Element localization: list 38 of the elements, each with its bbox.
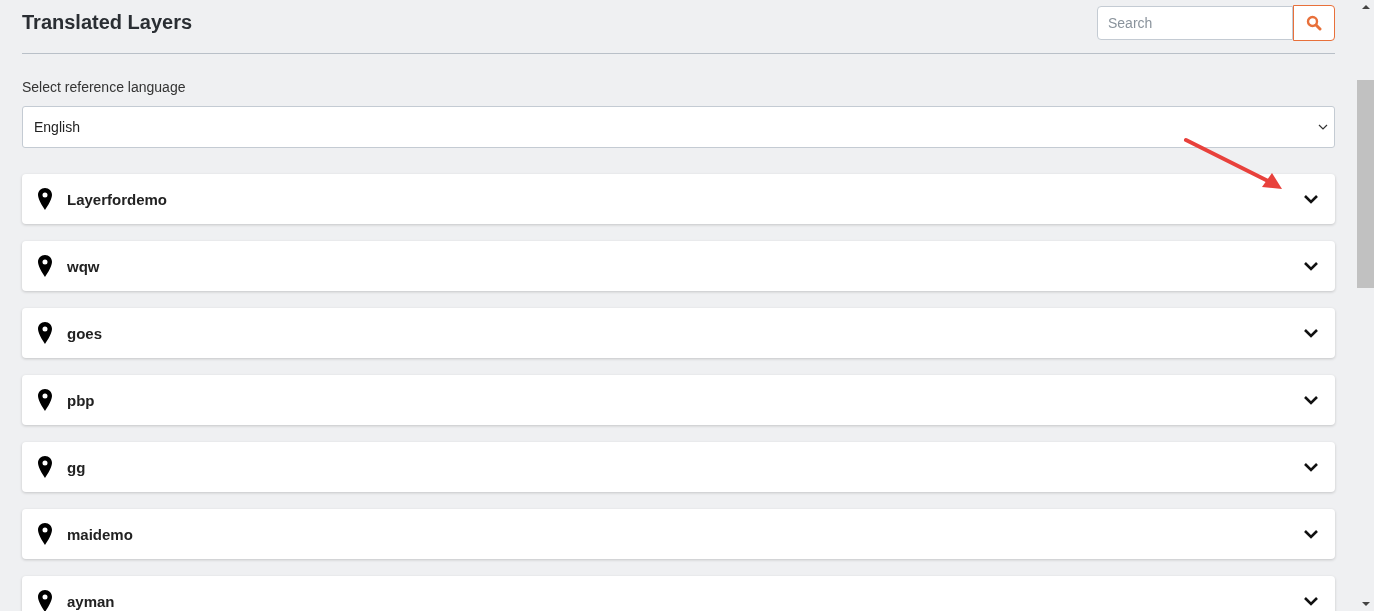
chevron-down-icon[interactable] xyxy=(1303,596,1319,606)
map-pin-icon xyxy=(38,456,52,478)
page-title: Translated Layers xyxy=(22,10,193,34)
scroll-up-icon[interactable] xyxy=(1361,4,1370,10)
map-pin-icon xyxy=(38,322,52,344)
chevron-down-icon[interactable] xyxy=(1303,261,1319,271)
field-label: Select reference language xyxy=(22,79,187,95)
chevron-down-icon[interactable] xyxy=(1303,462,1319,472)
layer-name: wqw xyxy=(67,257,101,275)
layer-accordion-item[interactable]: wqw xyxy=(22,241,1335,291)
layer-name: pbp xyxy=(67,391,96,409)
scroll-down-icon[interactable] xyxy=(1361,601,1370,607)
layer-accordion-item[interactable]: maidemo xyxy=(22,509,1335,559)
language-dropdown[interactable]: English xyxy=(22,106,1335,148)
chevron-down-icon[interactable] xyxy=(1303,328,1319,338)
layer-name: maidemo xyxy=(67,525,134,543)
search-button[interactable] xyxy=(1293,4,1335,41)
layer-name: goes xyxy=(67,324,103,342)
chevron-down-icon[interactable] xyxy=(1303,194,1319,204)
scrollbar-thumb[interactable] xyxy=(1357,80,1374,288)
layer-accordion-item[interactable]: Layerfordemo xyxy=(22,174,1335,224)
chevron-down-icon[interactable] xyxy=(1303,395,1319,405)
search-field[interactable]: Search xyxy=(1097,5,1293,40)
layer-name: gg xyxy=(67,458,87,476)
layer-accordion-item[interactable]: goes xyxy=(22,308,1335,358)
layer-accordion-item[interactable]: gg xyxy=(22,442,1335,492)
search-icon xyxy=(1306,14,1322,31)
chevron-down-icon xyxy=(1318,124,1328,130)
map-pin-icon xyxy=(38,255,52,277)
map-pin-icon xyxy=(38,188,52,210)
layer-accordion-item[interactable]: pbp xyxy=(22,375,1335,425)
layer-name: ayman xyxy=(67,592,116,610)
chevron-down-icon[interactable] xyxy=(1303,529,1319,539)
map-pin-icon xyxy=(38,523,52,545)
map-pin-icon xyxy=(38,590,52,611)
layer-name: Layerfordemo xyxy=(67,190,169,208)
map-pin-icon xyxy=(38,389,52,411)
layer-accordion-item[interactable]: ayman xyxy=(22,576,1335,611)
